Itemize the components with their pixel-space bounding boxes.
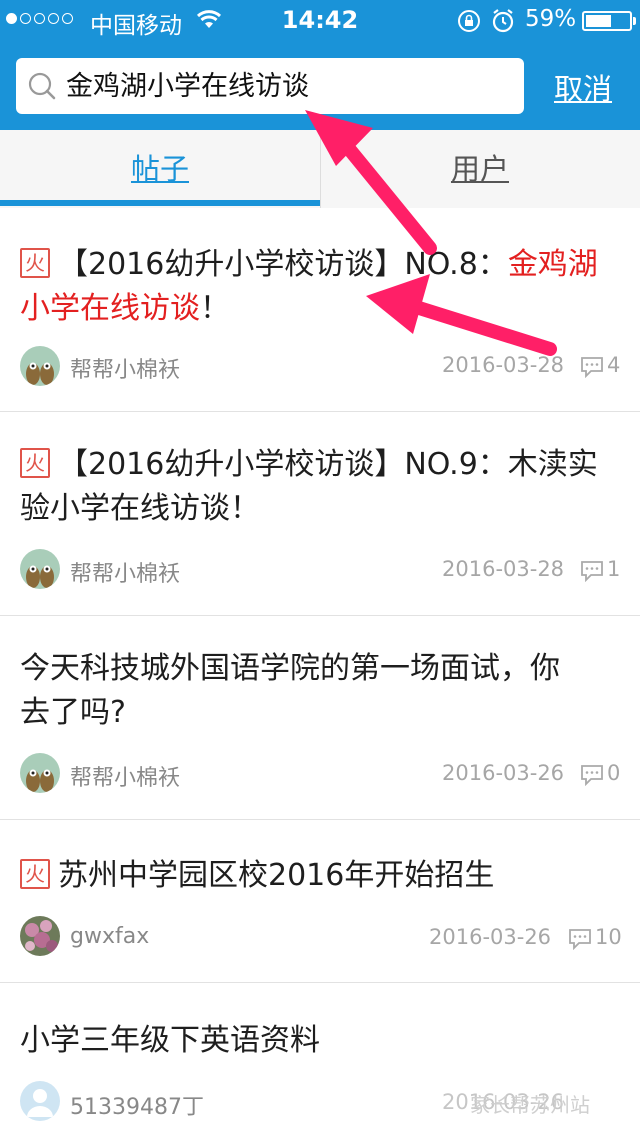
comment-icon (581, 357, 603, 378)
post-author[interactable]: 帮帮小棉袄 (70, 556, 180, 588)
post-title-text: 今天科技城外国语学院的第一场面试，你 (20, 651, 560, 686)
comment-count: 0 (607, 761, 621, 785)
post-title-text: 【2016幼升小学校访谈】NO.9：木渎实 (58, 447, 598, 482)
search-box[interactable] (16, 58, 524, 116)
post-author[interactable]: 51339487丁 (70, 1089, 204, 1121)
post-title-highlight: 小学在线访谈 (20, 291, 200, 326)
comment-count: 10 (595, 925, 622, 949)
avatar[interactable] (20, 549, 60, 589)
list-item[interactable]: 火苏州中学园区校2016年开始招生 gwxfax 2016-03-26 10 (0, 820, 640, 983)
tab-posts[interactable]: 帖子 (0, 130, 320, 208)
post-title: 火【2016幼升小学校访谈】NO.9：木渎实验小学在线访谈！ (20, 443, 620, 531)
post-title-text: 验小学在线访谈！ (20, 491, 260, 526)
avatar[interactable] (20, 916, 60, 956)
post-title: 火【2016幼升小学校访谈】NO.8：金鸡湖小学在线访谈！ (20, 243, 620, 331)
tab-active-indicator (0, 200, 320, 206)
search-input[interactable] (64, 58, 508, 116)
avatar[interactable] (20, 346, 60, 386)
comment-icon (581, 561, 603, 582)
post-title-text: 去了吗? (20, 695, 126, 730)
hot-badge: 火 (20, 248, 50, 278)
comment-count: 1 (607, 557, 621, 581)
avatar[interactable] (20, 1081, 60, 1121)
post-title-text: 小学三年级下英语资料 (20, 1023, 320, 1058)
rotation-lock-icon (458, 10, 480, 32)
tab-divider (320, 130, 321, 208)
post-title-text: 苏州中学园区校2016年开始招生 (58, 858, 495, 893)
alarm-icon (492, 9, 514, 33)
post-author[interactable]: 帮帮小棉袄 (70, 352, 180, 384)
post-date: 2016-03-28 (442, 353, 565, 377)
battery-percent: 59% (525, 6, 577, 32)
search-icon (28, 72, 56, 100)
hot-badge: 火 (20, 448, 50, 478)
comment-icon (581, 765, 603, 786)
post-title-text: ！ (200, 291, 230, 326)
comment-count: 4 (607, 353, 621, 377)
header: 中国移动 14:42 59% 取消 (0, 0, 640, 130)
post-title-text: 【2016幼升小学校访谈】NO.8： (58, 247, 508, 282)
post-date: 2016-03-26 (429, 925, 552, 949)
list-item[interactable]: 火【2016幼升小学校访谈】NO.8：金鸡湖小学在线访谈！ 帮帮小棉袄 2016… (0, 208, 640, 412)
comment-icon (569, 929, 591, 950)
post-title: 今天科技城外国语学院的第一场面试，你 去了吗? (20, 647, 620, 735)
battery-icon (582, 11, 636, 31)
avatar[interactable] (20, 753, 60, 793)
post-date: 2016-03-28 (442, 557, 565, 581)
status-bar: 中国移动 14:42 59% (0, 0, 640, 40)
post-title-highlight: 金鸡湖 (507, 247, 598, 282)
post-author[interactable]: 帮帮小棉袄 (70, 760, 180, 792)
list-item[interactable]: 火【2016幼升小学校访谈】NO.9：木渎实验小学在线访谈！ 帮帮小棉袄 201… (0, 412, 640, 616)
post-author[interactable]: gwxfax (70, 924, 149, 949)
post-title: 小学三年级下英语资料 (20, 1019, 620, 1063)
watermark: 家长帮苏州站 (470, 1093, 590, 1117)
post-title: 火苏州中学园区校2016年开始招生 (20, 854, 620, 898)
tab-users[interactable]: 用户 (320, 130, 640, 208)
cancel-button[interactable]: 取消 (554, 66, 612, 108)
hot-badge: 火 (20, 859, 50, 889)
post-date: 2016-03-26 (442, 761, 565, 785)
list-item[interactable]: 今天科技城外国语学院的第一场面试，你 去了吗? 帮帮小棉袄 2016-03-26 … (0, 616, 640, 820)
